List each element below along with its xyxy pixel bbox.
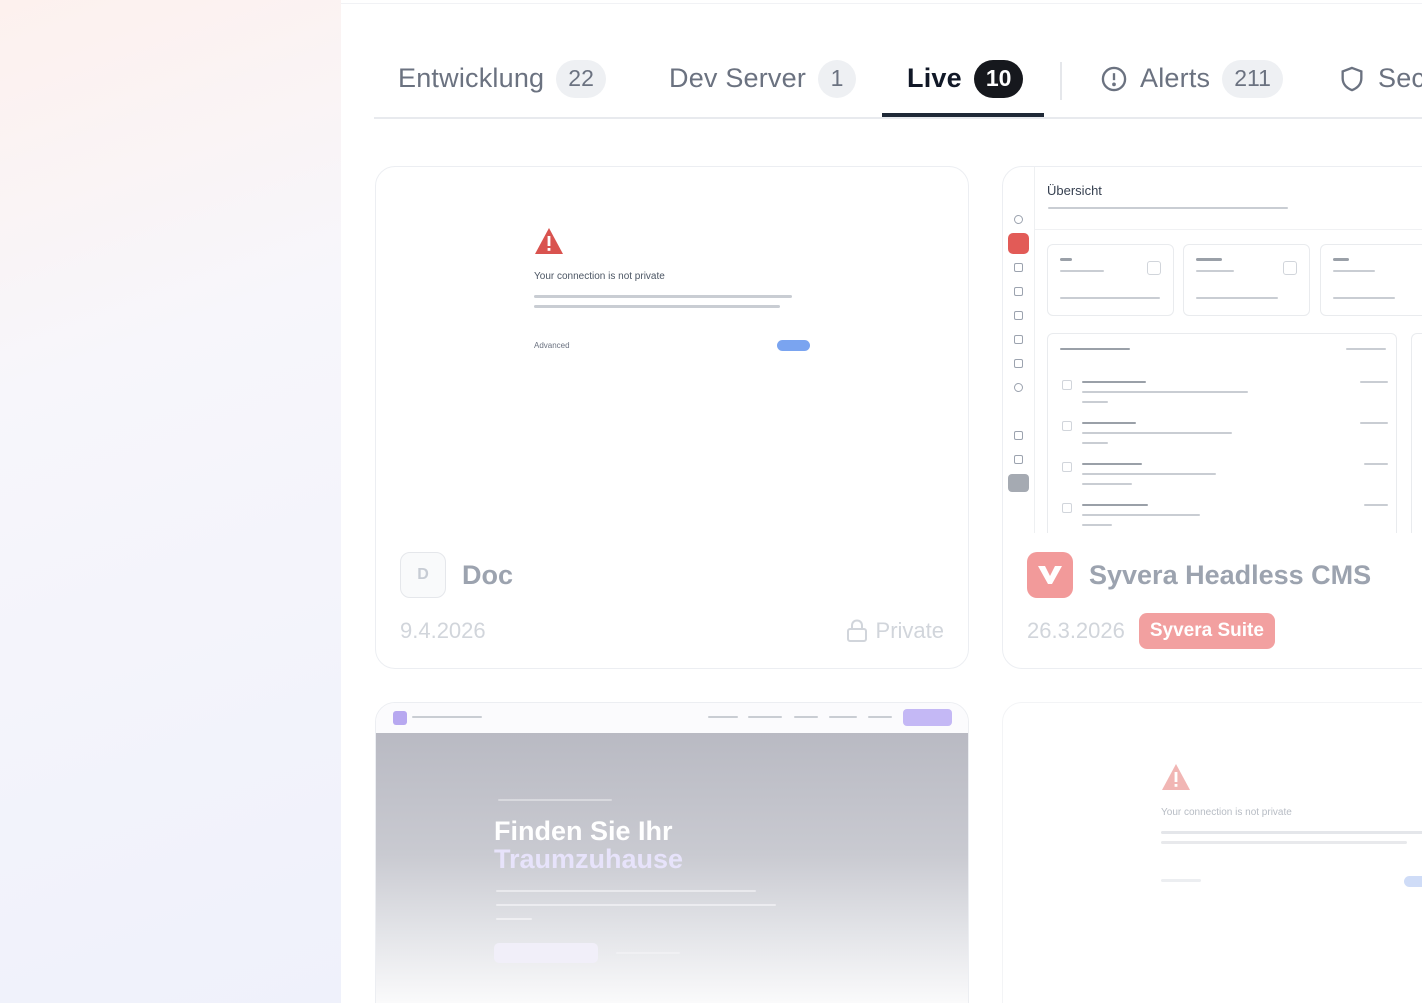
active-nav-marker [1008, 233, 1029, 254]
project-name: Syvera Headless CMS [1089, 559, 1372, 590]
tab-label: Entwicklung [398, 63, 545, 93]
syvera-logo-icon [1038, 566, 1062, 584]
tab-separator [1060, 62, 1062, 100]
project-name: Doc [462, 559, 514, 590]
hero-heading-line1: Finden Sie Ihr [494, 816, 673, 846]
project-preview: Your connection is not private [1003, 703, 1422, 1003]
project-date: 26.3.2026 [1027, 618, 1125, 643]
card-footer: Syvera Headless CMS 26.3.2026 Syvera Sui… [1027, 551, 1422, 649]
stat-card [1183, 244, 1310, 316]
project-date: 9.4.2026 [400, 618, 486, 643]
project-logo [1027, 552, 1073, 598]
lock-icon [846, 619, 867, 642]
hero-heading-line2: Traumzuhause [494, 844, 684, 874]
project-avatar: D [400, 552, 446, 598]
visibility-indicator: Private [846, 618, 944, 644]
tab-entwicklung[interactable]: Entwicklung 22 [398, 40, 606, 117]
project-preview: Your connection is not private Advanced [376, 167, 968, 533]
stat-card [1047, 244, 1174, 316]
tab-label: Dev Server [669, 63, 807, 93]
project-preview: Finden Sie Ihr Traumzuhause [376, 703, 968, 1003]
left-panel-background [0, 0, 341, 1003]
warning-icon [1162, 764, 1190, 790]
tab-alerts[interactable]: Alerts 211 [1100, 40, 1283, 117]
advanced-link: Advanced [534, 341, 570, 350]
activity-panel [1047, 333, 1397, 533]
tab-label: Live [907, 63, 962, 93]
tab-count-badge: 1 [818, 59, 857, 98]
project-card[interactable]: Your connection is not private Advanced … [375, 166, 969, 669]
project-preview: Übersicht [1003, 167, 1422, 533]
back-to-safety-button [777, 340, 810, 351]
suite-tag: Syvera Suite [1138, 613, 1275, 649]
alert-circle-icon [1101, 66, 1127, 91]
shield-icon [1341, 66, 1363, 91]
dashboard-heading: Übersicht [1047, 183, 1102, 198]
tab-count-badge: 10 [973, 59, 1024, 98]
main-content: Entwicklung 22 Dev Server 1 Live 10 Aler… [341, 0, 1422, 1003]
active-tab-indicator [882, 113, 1044, 117]
tab-count-badge: 211 [1222, 59, 1283, 98]
project-card[interactable]: Your connection is not private [1002, 702, 1422, 1003]
tab-bar: Entwicklung 22 Dev Server 1 Live 10 Aler… [374, 40, 1422, 119]
card-footer: D Doc 9.4.2026 Private [400, 551, 944, 649]
project-card[interactable]: Übersicht Syvera Headless CMS 26.3.2026 … [1002, 166, 1422, 669]
tab-security[interactable]: Sec [1338, 40, 1422, 117]
stat-card [1320, 244, 1422, 316]
warning-icon [535, 228, 563, 254]
tab-label: Sec [1378, 63, 1422, 93]
tab-dev-server[interactable]: Dev Server 1 [669, 40, 857, 117]
error-title: Your connection is not private [534, 271, 665, 282]
visibility-label: Private [875, 618, 944, 643]
tab-live[interactable]: Live 10 [907, 40, 1024, 117]
dashboard-sidebar [1003, 167, 1035, 533]
project-card[interactable]: Finden Sie Ihr Traumzuhause [375, 702, 969, 1003]
preview-navbar [376, 703, 968, 733]
tab-count-badge: 22 [556, 59, 606, 98]
top-divider [341, 0, 1422, 4]
tab-label: Alerts [1140, 63, 1211, 93]
error-title: Your connection is not private [1161, 807, 1292, 818]
